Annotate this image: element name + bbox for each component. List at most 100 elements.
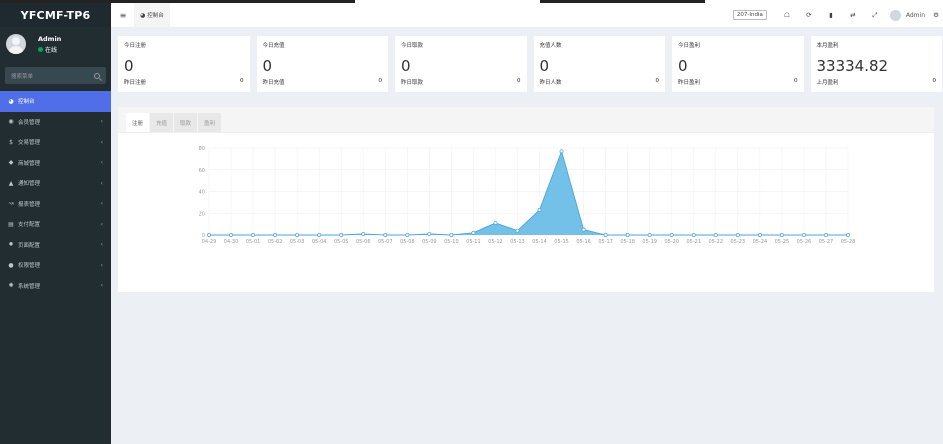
home-icon[interactable]: ☖ [776,11,798,19]
data-point [339,233,344,237]
menu-toggle-icon[interactable]: ≡ [114,11,132,20]
user-info: Admin 在线 [38,35,61,54]
sidebar-item-members[interactable]: ◉ 会员管理 ‹ [0,112,111,133]
sidebar-item-shop[interactable]: ◆ 商城管理 ‹ [0,153,111,174]
x-tick-label: 05-22 [709,239,724,245]
x-tick-label: 05-13 [510,239,525,245]
stat-card-depositors: 充值人数 0 昨日人数 0 [533,36,665,92]
fullscreen-icon[interactable]: ⤢ [864,11,886,20]
stat-sub-label: 昨日人数 [539,80,562,86]
sidebar-item-label: 页面配置 [18,242,41,249]
stat-title: 今日盈利 [678,43,701,49]
tab-dashboard[interactable]: ◕ 控制台 [134,3,170,27]
sidebar-item-label: 通知管理 [18,181,41,188]
x-tick-label: 05-04 [312,239,327,245]
stat-sub-label: 昨日盈利 [678,80,701,86]
translate-icon[interactable]: ⇄ [842,11,864,19]
top-navbar: ≡ ◕ 控制台 207-India ☖ ⟳ ▮ ⇄ ⤢ Admin ⚙ [111,3,943,27]
data-point [295,233,300,237]
chevron-left-icon: ‹ [100,159,103,167]
data-point [449,233,454,237]
stat-card-today-profit: 今日盈利 0 昨日盈利 0 [672,36,804,92]
data-point [603,233,608,237]
stat-value: 0 [401,57,411,75]
stat-value: 0 [678,57,688,75]
chevron-left-icon: ‹ [100,261,103,269]
stat-value: 0 [262,57,273,75]
sidebar-search-input[interactable]: 搜索菜单 [5,67,106,84]
data-point [647,233,652,237]
trash-icon[interactable]: ▮ [820,11,842,19]
data-point [713,233,718,237]
y-tick-label: 60 [199,168,205,174]
x-tick-label: 05-16 [576,239,591,245]
sidebar-item-label: 权限管理 [18,263,41,270]
x-tick-label: 05-10 [444,239,459,245]
data-point [537,208,542,212]
stat-card-today-deposits: 今日充值 0 昨日充值 0 [256,36,388,92]
x-tick-label: 05-11 [466,239,481,245]
stat-row: 今日注册 0 昨日注册 0 今日充值 0 昨日充值 0 今日取款 0 昨日取款 … [118,36,943,92]
y-tick-label: 80 [199,146,205,152]
user-name: Admin [38,34,62,43]
main-content: 今日注册 0 昨日注册 0 今日充值 0 昨日充值 0 今日取款 0 昨日取款 … [111,27,943,444]
tab-registrations[interactable]: 注册 [126,113,150,132]
stat-sub: 昨日盈利 0 [678,78,798,86]
tab-profit[interactable]: 盈利 [198,113,222,132]
sidebar-item-trades[interactable]: $ 交易管理 ‹ [0,132,111,153]
x-tick-label: 04-29 [202,239,217,245]
sidebar-item-pages[interactable]: ✹ 页面配置 ‹ [0,235,111,256]
chevron-left-icon: ‹ [100,282,103,290]
app-logo[interactable]: YFCMF-TP6 [0,3,111,27]
stat-sub-label: 昨日充值 [262,80,285,86]
environment-badge[interactable]: 207-India [732,10,767,20]
y-tick-label: 20 [199,211,205,217]
dashboard-icon: ◕ [8,97,14,105]
tab-withdrawals[interactable]: 取款 [174,113,198,132]
cog-icon: ✹ [8,241,14,249]
x-tick-label: 05-24 [753,239,768,245]
x-tick-label: 05-19 [642,239,657,245]
refresh-icon[interactable]: ⟳ [798,11,820,19]
chevron-left-icon: ‹ [100,220,103,228]
data-point [735,233,740,237]
y-tick-label: 40 [199,190,205,196]
navbar-user-name: Admin [905,11,925,19]
x-tick-label: 05-23 [731,239,746,245]
x-tick-label: 05-27 [819,239,834,245]
x-tick-label: 05-01 [246,239,261,245]
sidebar-item-reports[interactable]: ↝ 报表管理 ‹ [0,194,111,215]
stat-sub-value: 0 [517,78,521,84]
navbar-user-menu[interactable]: Admin [889,9,925,21]
stat-card-month-profit: 本月盈利 33334.82 上月盈利 0 [810,36,942,92]
x-tick-label: 05-15 [554,239,569,245]
settings-icon[interactable]: ⚙ [929,11,943,19]
chevron-left-icon: ‹ [100,241,103,249]
data-point [691,233,696,237]
x-tick-label: 05-14 [532,239,547,245]
stat-title: 本月盈利 [816,43,839,49]
chevron-left-icon: ‹ [100,118,103,126]
data-point [846,233,850,237]
sidebar-item-system[interactable]: ✺ 系统管理 ‹ [0,276,111,297]
stat-sub-value: 0 [378,78,383,84]
data-point [273,233,278,237]
data-point [383,233,388,237]
data-point [824,233,828,237]
stat-card-today-withdrawals: 今日取款 0 昨日取款 0 [395,36,527,92]
stat-value: 0 [124,57,134,75]
stat-card-today-registrations: 今日注册 0 昨日注册 0 [118,36,250,92]
sidebar-item-payment[interactable]: ▤ 支付配置 ‹ [0,214,111,235]
area-fill [209,151,848,235]
registrations-area-chart: 02040608004-29 04-30 05-01 05-02 05-03 05-04 0… [199,146,856,245]
sidebar-item-notifications[interactable]: ▲ 通知管理 ‹ [0,173,111,194]
x-tick-label: 04-30 [224,239,239,245]
sidebar-item-permissions[interactable]: ● 权限管理 ‹ [0,255,111,276]
chart-panel: 注册 充值 取款 盈利 0 20 40 60 80 04-29 04-30 05-01 05-0… [118,107,934,292]
x-tick-label: 05-05 [334,239,349,245]
bell-icon: ▲ [8,179,14,187]
sidebar-item-dashboard[interactable]: ◕ 控制台 [0,91,111,112]
data-point [207,233,211,237]
search-icon[interactable] [94,72,100,79]
tab-deposits[interactable]: 充值 [150,113,174,132]
